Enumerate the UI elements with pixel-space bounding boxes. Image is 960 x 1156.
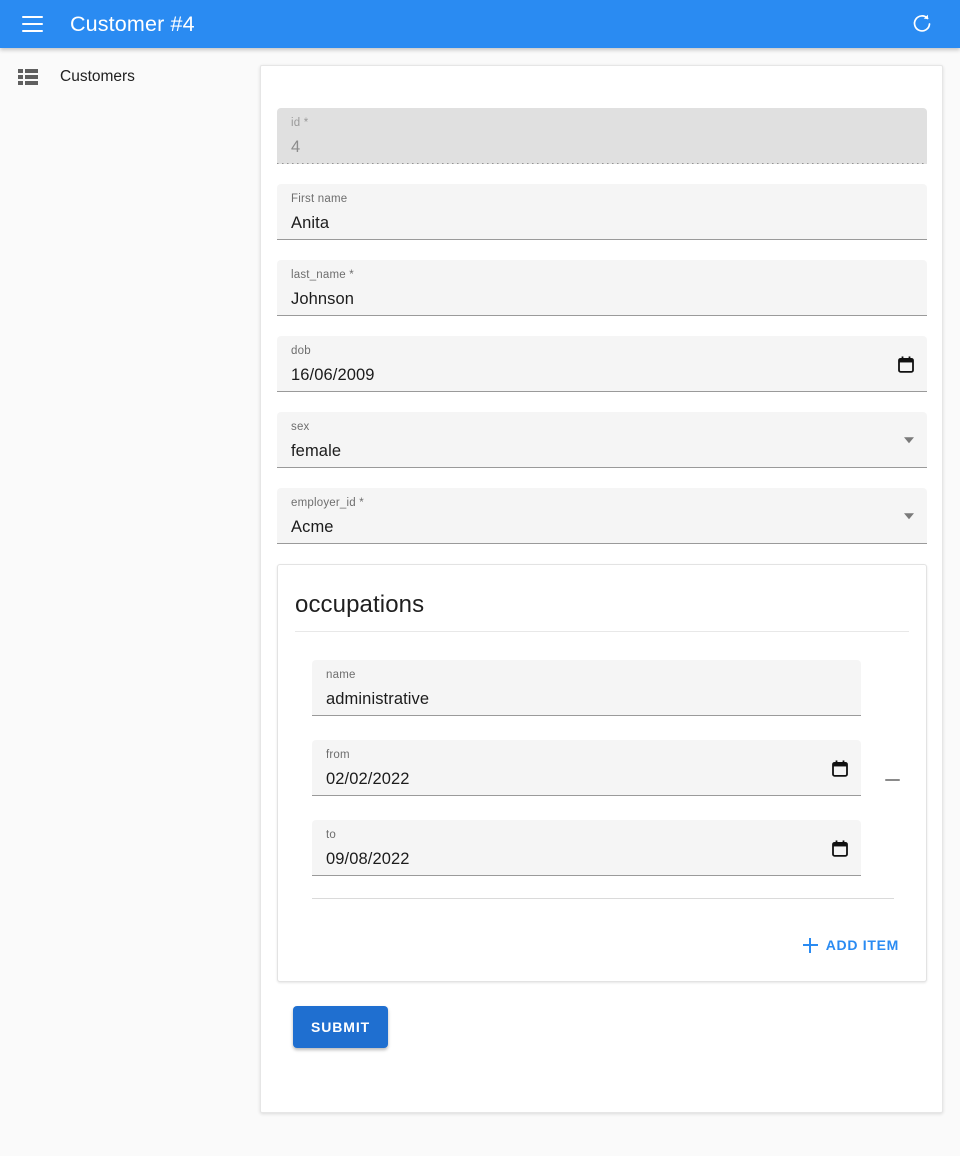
occupation-item: name administrative from 02/02/2022 xyxy=(295,632,909,876)
field-occupation-name-box[interactable]: name administrative xyxy=(312,660,861,716)
field-employer-id-label: employer_id * xyxy=(291,496,915,510)
page-title: Customer #4 xyxy=(70,12,195,37)
field-occupation-from-box[interactable]: from 02/02/2022 xyxy=(312,740,861,796)
add-item-row: ADD ITEM xyxy=(295,899,909,965)
select-arrow xyxy=(904,437,914,443)
field-sex[interactable]: sex female xyxy=(277,412,927,468)
field-sex-label: sex xyxy=(291,420,915,434)
sidebar-item-customers[interactable]: Customers xyxy=(0,59,260,95)
menu-bar-2 xyxy=(22,23,43,26)
field-occupation-name-label: name xyxy=(326,668,849,682)
field-last-name[interactable]: last_name * Johnson xyxy=(277,260,927,316)
add-item-button[interactable]: ADD ITEM xyxy=(795,931,907,959)
field-first-name-value[interactable]: Anita xyxy=(291,211,915,235)
occupation-item-fields: name administrative from 02/02/2022 xyxy=(312,660,861,876)
plus-icon xyxy=(803,938,818,953)
minus-icon xyxy=(885,779,900,781)
occupations-title: occupations xyxy=(295,581,909,632)
field-occupation-from-label: from xyxy=(326,748,849,762)
chevron-down-icon[interactable] xyxy=(904,513,914,519)
remove-occupation-button[interactable] xyxy=(875,760,909,800)
field-dob-value[interactable]: 16/06/2009 xyxy=(291,363,915,387)
field-first-name-box[interactable]: First name Anita xyxy=(277,184,927,240)
field-id: id * 4 xyxy=(277,108,927,164)
calendar-icon[interactable] xyxy=(898,356,914,373)
field-dob[interactable]: dob 16/06/2009 xyxy=(277,336,927,392)
sidebar-item-label: Customers xyxy=(60,68,135,86)
view-list-icon xyxy=(16,65,40,89)
chevron-down-icon[interactable] xyxy=(904,437,914,443)
field-last-name-value[interactable]: Johnson xyxy=(291,287,915,311)
field-occupation-from[interactable]: from 02/02/2022 xyxy=(312,740,861,796)
field-sex-box[interactable]: sex female xyxy=(277,412,927,468)
refresh-icon[interactable] xyxy=(898,0,946,48)
field-employer-id-box[interactable]: employer_id * Acme xyxy=(277,488,927,544)
field-occupation-to[interactable]: to 09/08/2022 xyxy=(312,820,861,876)
field-id-value: 4 xyxy=(291,135,915,159)
field-last-name-box[interactable]: last_name * Johnson xyxy=(277,260,927,316)
submit-row: SUBMIT xyxy=(277,982,926,1048)
calendar-icon[interactable] xyxy=(832,760,848,777)
select-arrow xyxy=(904,513,914,519)
sidebar: Customers xyxy=(0,48,260,1156)
field-dob-label: dob xyxy=(291,344,915,358)
customer-form-card: id * 4 First name Anita last_name * John… xyxy=(260,65,943,1113)
field-dob-box[interactable]: dob 16/06/2009 xyxy=(277,336,927,392)
field-last-name-label: last_name * xyxy=(291,268,915,282)
field-occupation-from-value[interactable]: 02/02/2022 xyxy=(326,767,849,791)
field-first-name[interactable]: First name Anita xyxy=(277,184,927,240)
field-sex-value[interactable]: female xyxy=(291,439,915,463)
field-occupation-to-value[interactable]: 09/08/2022 xyxy=(326,847,849,871)
occupations-panel: occupations name administrative from xyxy=(277,564,927,982)
submit-button[interactable]: SUBMIT xyxy=(293,1006,388,1048)
field-occupation-name[interactable]: name administrative xyxy=(312,660,861,716)
calendar-icon[interactable] xyxy=(832,840,848,857)
field-employer-id-value[interactable]: Acme xyxy=(291,515,915,539)
field-id-label: id * xyxy=(291,116,915,130)
field-first-name-label: First name xyxy=(291,192,915,206)
field-occupation-to-label: to xyxy=(326,828,849,842)
hamburger-menu-icon[interactable] xyxy=(8,0,56,48)
field-id-box: id * 4 xyxy=(277,108,927,164)
menu-bar-3 xyxy=(22,30,43,33)
field-occupation-name-value[interactable]: administrative xyxy=(326,687,849,711)
field-employer-id[interactable]: employer_id * Acme xyxy=(277,488,927,544)
customer-form: id * 4 First name Anita last_name * John… xyxy=(261,66,942,1048)
field-occupation-to-box[interactable]: to 09/08/2022 xyxy=(312,820,861,876)
app-bar: Customer #4 xyxy=(0,0,960,48)
menu-bar-1 xyxy=(22,16,43,19)
add-item-label: ADD ITEM xyxy=(826,937,899,953)
